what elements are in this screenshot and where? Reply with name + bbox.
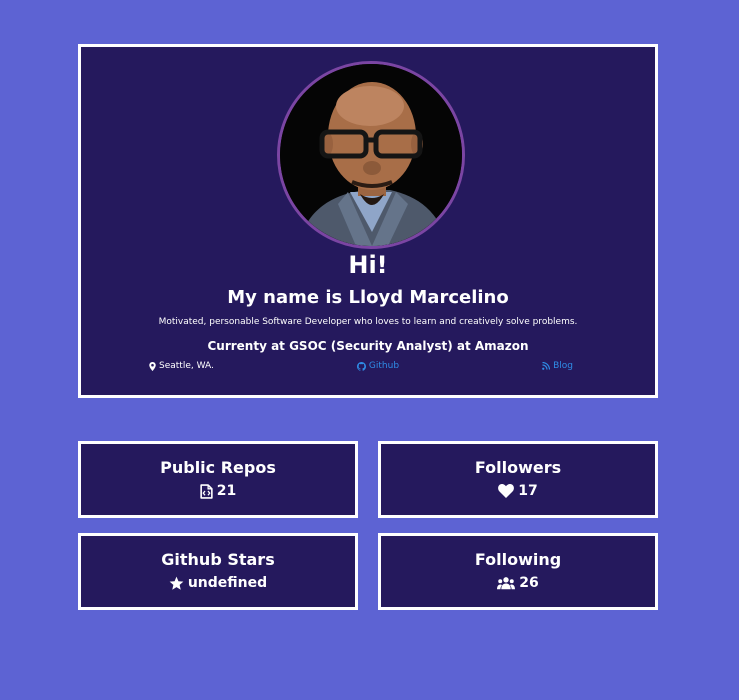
following-count: 26 [519,575,539,591]
following-title: Following [474,550,562,569]
rss-icon [542,362,551,370]
profile-card: Hi! My name is Lloyd Marcelino Motivated… [78,44,658,398]
following-value-row: 26 [381,575,655,591]
avatar-photo [280,64,462,246]
greeting-heading: Hi! [348,251,388,279]
file-code-icon [200,483,213,499]
map-marker-icon [149,361,156,371]
heart-icon [498,484,515,498]
star-icon [169,576,184,590]
public-repos-value-row: 21 [81,483,355,499]
location-text: Seattle, WA. [159,361,214,371]
public-repos-count: 21 [216,483,237,499]
profile-bio: Motivated, personable Software Developer… [158,317,578,327]
blog-link[interactable]: Blog [542,361,573,371]
public-repos-card: Public Repos 21 [78,441,358,518]
github-stars-value-row: undefined [81,575,355,591]
github-icon [356,361,366,371]
profile-links: Seattle, WA. Github Blog [149,361,573,371]
github-link[interactable]: Github [356,361,400,371]
github-stars-title: Github Stars [161,550,275,569]
followers-value-row: 17 [381,483,655,499]
github-label: Github [368,361,400,371]
followers-card: Followers 17 [378,441,658,518]
followers-count: 17 [518,483,538,499]
location: Seattle, WA. [149,361,214,371]
profile-name: My name is Lloyd Marcelino [227,287,509,308]
users-icon [497,577,516,590]
avatar [277,61,465,249]
current-work: Currenty at GSOC (Security Analyst) at A… [207,339,529,353]
blog-label: Blog [553,361,573,371]
following-card: Following 26 [378,533,658,610]
followers-title: Followers [474,458,562,477]
github-stars-card: Github Stars undefined [78,533,358,610]
public-repos-title: Public Repos [160,458,276,477]
github-stars-count: undefined [187,575,268,591]
